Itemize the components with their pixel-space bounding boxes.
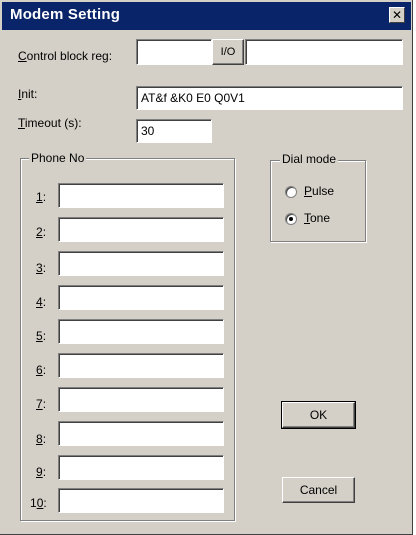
timeout-input[interactable] [136,119,212,143]
init-input[interactable] [136,86,403,110]
control-block-reg-extra-input[interactable] [245,39,403,65]
io-button-label: I/O [220,46,236,58]
title-bar[interactable]: Modem Setting ✕ [2,2,411,30]
close-button[interactable]: ✕ [389,7,405,23]
cancel-button-label: Cancel [299,483,338,497]
init-label: Init: [18,87,38,101]
ok-button-label: OK [309,408,328,422]
phone-6-input[interactable] [58,353,224,378]
phone-2-input[interactable] [58,217,224,242]
phone-4-input[interactable] [58,285,224,310]
cancel-button[interactable]: Cancel [282,477,355,503]
phone-row-10-label: 10: [30,496,47,510]
pulse-radio[interactable] [285,186,297,198]
phone-row-7-label: 7: [36,397,47,411]
pulse-label[interactable]: Pulse [304,184,334,198]
dial-mode-group-title: Dial mode [280,152,339,166]
tone-label[interactable]: Tone [304,211,330,225]
tone-radio[interactable] [285,213,297,225]
close-icon: ✕ [391,8,403,22]
phone-row-5-label: 5: [36,329,47,343]
phone-row-6-label: 6: [36,363,47,377]
window-title: Modem Setting [10,6,121,23]
phone-row-3-label: 3: [36,261,47,275]
phone-5-input[interactable] [58,319,224,344]
phone-no-group-title: Phone No [29,151,87,165]
phone-10-input[interactable] [58,488,224,513]
tone-radio-selected-dot [289,217,293,221]
phone-9-input[interactable] [58,455,224,480]
timeout-label: Timeout (s): [18,116,82,130]
phone-row-1-label: 1: [36,190,47,204]
modem-setting-dialog: Modem Setting ✕ Control block reg: I/O I… [0,0,413,535]
control-block-reg-input[interactable] [136,39,212,65]
dial-mode-group [270,160,366,242]
io-button[interactable]: I/O [212,39,244,65]
phone-3-input[interactable] [58,251,224,276]
phone-8-input[interactable] [58,421,224,446]
phone-row-9-label: 9: [36,465,47,479]
control-block-reg-label: Control block reg: [18,49,113,63]
phone-7-input[interactable] [58,387,224,412]
phone-row-2-label: 2: [36,225,47,239]
phone-row-8-label: 8: [36,432,47,446]
phone-1-input[interactable] [58,183,224,208]
ok-button[interactable]: OK [281,401,356,429]
phone-row-4-label: 4: [36,295,47,309]
